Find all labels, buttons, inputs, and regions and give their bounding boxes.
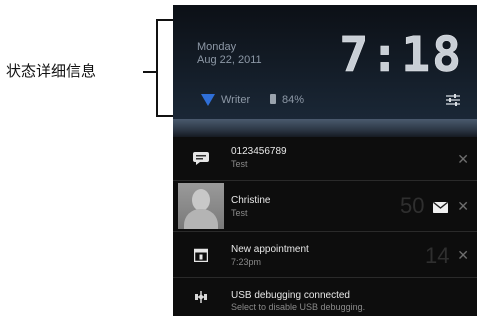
network-name: Writer xyxy=(221,94,251,106)
notification-title: New appointment xyxy=(231,244,309,255)
notification-title: Christine xyxy=(231,195,271,206)
date-label: Aug 22, 2011 xyxy=(197,54,262,66)
usb-icon xyxy=(195,291,207,303)
notification-calendar[interactable]: New appointment 7:23pm 14 ✕ xyxy=(173,232,477,278)
notification-count: 50 xyxy=(400,193,425,218)
panel-separator xyxy=(173,119,477,137)
notification-screen: Monday Aug 22, 2011 7:18 Writer 84% 0123… xyxy=(173,5,477,316)
notification-count: 14 xyxy=(425,243,450,268)
notification-contact[interactable]: Christine Test 50 ✕ xyxy=(173,181,477,232)
wifi-icon xyxy=(201,94,215,106)
day-label: Monday xyxy=(197,41,237,53)
notification-title: 0123456789 xyxy=(231,146,287,157)
notification-usb[interactable]: USB debugging connected Select to disabl… xyxy=(173,278,477,316)
calendar-icon xyxy=(194,248,208,262)
annotation-label: 状态详细信息 xyxy=(6,62,97,80)
annotation-bracket xyxy=(156,19,174,117)
battery-level: 84% xyxy=(282,94,305,106)
dismiss-icon[interactable]: ✕ xyxy=(457,151,469,168)
mail-icon xyxy=(433,202,448,213)
status-details-panel: Monday Aug 22, 2011 7:18 Writer 84% xyxy=(173,5,477,119)
notification-message[interactable]: 0123456789 Test ✕ xyxy=(173,137,477,181)
clock: 7:18 xyxy=(339,27,463,84)
annotation-leader-line xyxy=(143,71,156,73)
notification-subtitle: 7:23pm xyxy=(231,257,262,267)
notification-title: USB debugging connected xyxy=(231,290,350,301)
notification-subtitle: Select to disable USB debugging. xyxy=(231,302,366,312)
settings-sliders-icon[interactable] xyxy=(445,93,461,107)
battery-icon xyxy=(270,94,276,104)
contact-avatar xyxy=(178,183,224,229)
dismiss-icon[interactable]: ✕ xyxy=(457,198,469,215)
dismiss-icon[interactable]: ✕ xyxy=(457,247,469,264)
notification-subtitle: Test xyxy=(231,208,248,218)
notification-subtitle: Test xyxy=(231,159,248,169)
message-icon xyxy=(193,152,209,165)
